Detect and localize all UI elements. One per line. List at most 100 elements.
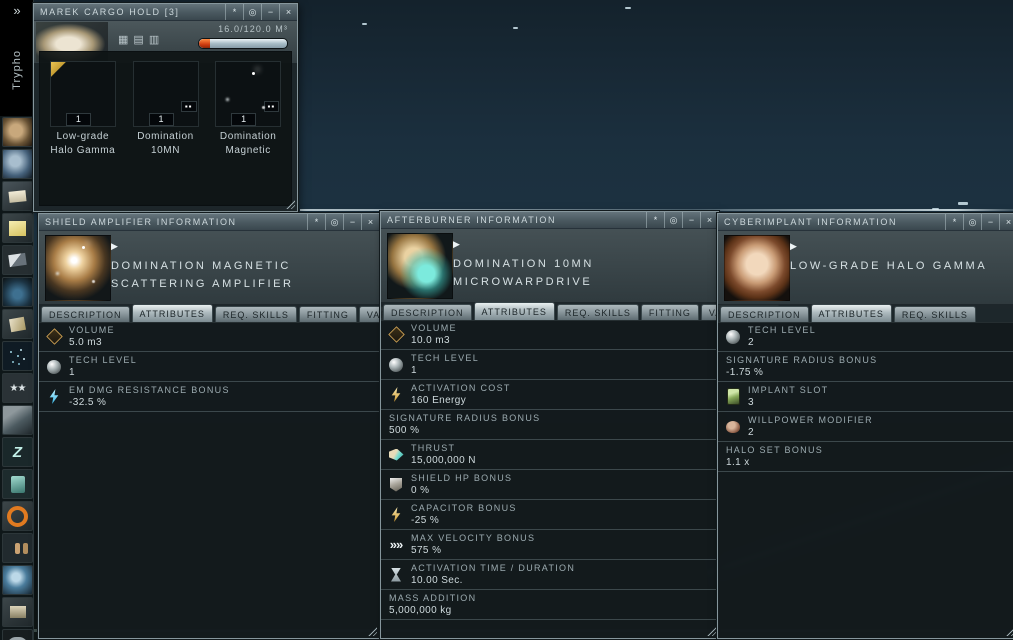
cargo-item[interactable]: ▪▪ 1 Domination 10MN [130,61,202,196]
notepad-icon[interactable] [2,213,33,243]
minimize-button[interactable]: − [682,212,700,228]
cargo-item[interactable]: ▪▪ 1 Domination Magnetic [212,61,284,196]
corporation-icon[interactable] [2,597,33,627]
help-button[interactable]: ◎ [325,214,343,230]
star [513,27,518,29]
window-titlebar[interactable]: AFTERBURNER INFORMATION * ◎ − × [381,212,718,229]
attribute-value: 10.0 m3 [411,335,450,346]
game-screen: » Trypho ★★ Z MAREK CARGO HOLD [3] * ◎ − × ▦… [0,0,1013,640]
attribute-text: TECH LEVEL 2 [748,324,816,349]
attribute-icon-cell [718,420,748,433]
journal-icon[interactable] [2,309,33,339]
people-and-places-icon[interactable] [2,149,33,179]
tab-description[interactable]: DESCRIPTION [41,306,130,322]
attribute-value: 160 Energy [411,395,467,406]
map-icon[interactable] [2,277,33,307]
minimize-button[interactable]: − [261,4,279,20]
cargo-item-label-line2: 10MN [150,145,181,156]
quantity-badge: 1 [231,113,257,126]
details-view-icon[interactable]: ▥ [149,34,159,46]
pin-button[interactable]: * [307,214,325,230]
character-sheet-icon[interactable] [2,117,33,147]
window-controls: * ◎ − × [307,214,379,230]
tab-description[interactable]: DESCRIPTION [720,306,809,322]
character-name-panel[interactable]: Trypho [0,24,33,116]
cargo-capacity-bar [198,38,288,49]
log-icon[interactable] [2,245,33,275]
window-titlebar[interactable]: CYBERIMPLANT INFORMATION * ◎ − × [718,214,1013,231]
close-button[interactable]: × [999,214,1013,230]
attribute-label: ACTIVATION TIME / DURATION [411,563,576,573]
implant-corner-badge [50,62,66,77]
tab-fitting[interactable]: FITTING [640,304,699,320]
tab-attributes[interactable]: ATTRIBUTES [473,302,555,320]
list-view-icon[interactable]: ▤ [133,34,143,46]
item-name: DOMINATION 10MN MICROWARPDRIVE [453,258,594,288]
minimize-button[interactable]: − [343,214,361,230]
item-render-image [387,233,453,299]
cube-icon [45,328,63,345]
attribute-label: HALO SET BONUS [726,445,824,455]
attribute-value: 10.00 Sec. [411,575,463,586]
pin-button[interactable]: * [945,214,963,230]
attribute-row: VOLUME 5.0 m3 [39,322,379,352]
attribute-label: CAPACITOR BONUS [411,503,517,513]
cargo-window-titlebar[interactable]: MAREK CARGO HOLD [3] * ◎ − × [34,4,297,21]
tab-attributes[interactable]: ATTRIBUTES [810,304,892,322]
tab-bar: DESCRIPTIONATTRIBUTESREQ. SKILLSFITTINGV… [381,302,781,321]
tab-description[interactable]: DESCRIPTION [383,304,472,320]
tab-req-skills[interactable]: REQ. SKILLS [214,306,297,322]
cargo-capacity-fill [199,39,211,48]
attribute-label: MASS ADDITION [389,593,477,603]
close-button[interactable]: × [279,4,297,20]
tab-fitting[interactable]: FITTING [298,306,357,322]
attribute-text: SIGNATURE RADIUS BONUS 500 % [381,412,540,437]
tab-req-skills[interactable]: REQ. SKILLS [556,304,639,320]
assets-icon[interactable] [2,405,33,435]
cargo-item-grid: 1 Low-grade Halo Gamma ▪▪ 1 Domination 10MN ▪▪ 1… [39,51,292,206]
cargo-item[interactable]: 1 Low-grade Halo Gamma [47,61,119,196]
channels-icon[interactable] [2,533,33,563]
mail-icon[interactable] [2,181,33,211]
window-titlebar[interactable]: SHIELD AMPLIFIER INFORMATION * ◎ − × [39,214,379,231]
window-body: VOLUME 5.0 m3 TECH LEVEL 1 EM DMG RESISTANCE… [39,322,379,638]
item-render-image [724,235,790,301]
help-button[interactable]: ◎ [664,212,682,228]
attribute-text: MASS ADDITION 5,000,000 kg [381,592,476,617]
neocom-sidebar: » Trypho ★★ Z [0,0,34,640]
tab-attributes[interactable]: ATTRIBUTES [131,304,213,322]
pin-button[interactable]: * [225,4,243,20]
log-off-icon[interactable]: Z [2,437,33,467]
attribute-icon-cell [381,357,411,372]
cargo-item-image: ▪▪ 1 [132,61,199,127]
help-icon[interactable] [2,501,33,531]
close-button[interactable]: × [700,212,718,228]
pin-button[interactable]: * [646,212,664,228]
attribute-label: MAX VELOCITY BONUS [411,533,536,543]
browser-icon[interactable] [2,565,33,595]
shield-icon [390,477,402,492]
tab-req-skills[interactable]: REQ. SKILLS [893,306,976,322]
attribute-value: 575 % [411,545,442,556]
help-button[interactable]: ◎ [243,4,261,20]
help-button[interactable]: ◎ [963,214,981,230]
attribute-text: WILLPOWER MODIFIER 2 [748,414,873,439]
attribute-value: 2 [748,337,754,348]
close-button[interactable]: × [361,214,379,230]
attribute-value: 1 [69,367,75,378]
voice-icon[interactable] [2,629,33,640]
attribute-row: TECH LEVEL 1 [39,352,379,382]
attribute-text: VOLUME 10.0 m3 [411,322,457,347]
market-icon[interactable] [2,469,33,499]
fleet-icon[interactable]: ★★ [2,373,33,403]
icons-view-icon[interactable]: ▦ [118,34,128,46]
attribute-label: TECH LEVEL [69,355,138,365]
star-map-icon[interactable] [2,341,33,371]
neocom-expand-button[interactable]: » [0,0,33,24]
minimize-button[interactable]: − [981,214,999,230]
character-name: Trypho [10,50,23,90]
attribute-text: SHIELD HP BONUS 0 % [411,472,512,497]
attribute-row: IMPLANT SLOT 3 [718,382,1013,412]
attribute-icon-cell [718,329,748,344]
attribute-label: SIGNATURE RADIUS BONUS [726,355,878,365]
